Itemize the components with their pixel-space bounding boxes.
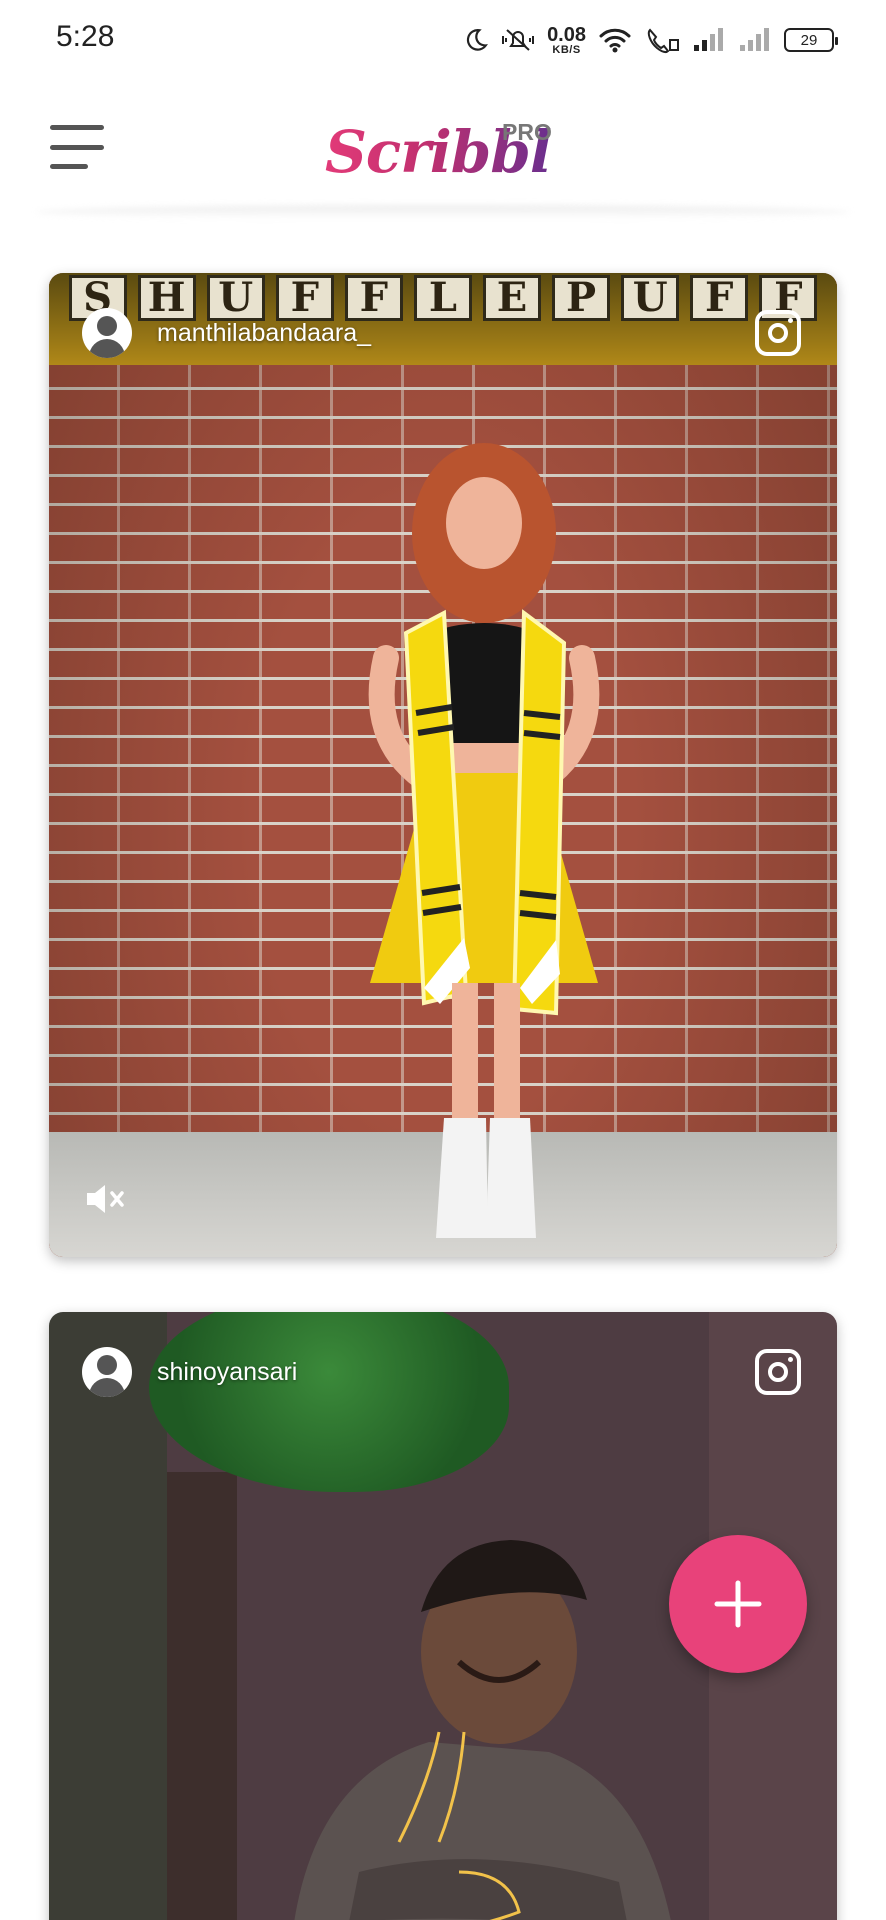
- user-avatar-icon[interactable]: [82, 308, 132, 358]
- signal-icon-2: [740, 28, 769, 51]
- header-shadow: [36, 205, 850, 219]
- status-time: 5:28: [56, 20, 115, 53]
- network-speed: 0.08 KB/S: [547, 25, 586, 56]
- moon-icon: [467, 29, 489, 51]
- menu-icon-bar: [50, 125, 104, 130]
- user-avatar-icon[interactable]: [82, 1347, 132, 1397]
- post-username[interactable]: manthilabandaara_: [157, 319, 371, 348]
- network-speed-value: 0.08: [547, 23, 586, 46]
- network-speed-unit: KB/S: [552, 43, 581, 56]
- wifi-calling-icon: [647, 28, 679, 53]
- add-post-button[interactable]: [669, 1535, 807, 1673]
- vibrate-icon: [502, 29, 535, 51]
- person-figure: [294, 1540, 671, 1920]
- menu-icon-bar: [50, 144, 104, 150]
- wifi-icon: [599, 28, 631, 53]
- app-screen: 5:28 0.08 KB/S 29 Scribbl PRO S H U F F …: [0, 0, 886, 1920]
- menu-icon-bar: [50, 164, 88, 169]
- dancer-figure: [368, 443, 600, 1238]
- tree-trunk: [167, 1472, 237, 1920]
- status-bar: 5:28 0.08 KB/S 29: [0, 0, 886, 80]
- instagram-icon[interactable]: [755, 1349, 801, 1395]
- plus-icon: [714, 1580, 762, 1628]
- signal-icon: [694, 28, 723, 51]
- post-header: shinoyansari: [49, 1312, 837, 1432]
- post-card[interactable]: S H U F F L E P U F F manthilabandaara_: [49, 273, 837, 1257]
- instagram-icon[interactable]: [755, 310, 801, 356]
- mute-icon[interactable]: [85, 1181, 129, 1217]
- post-username[interactable]: shinoyansari: [157, 1358, 297, 1387]
- battery-indicator: 29: [784, 28, 838, 52]
- status-icons: 0.08 KB/S 29: [463, 20, 838, 60]
- menu-button[interactable]: [50, 125, 106, 169]
- pro-badge: PRO: [502, 119, 552, 145]
- post-header: manthilabandaara_: [49, 273, 837, 393]
